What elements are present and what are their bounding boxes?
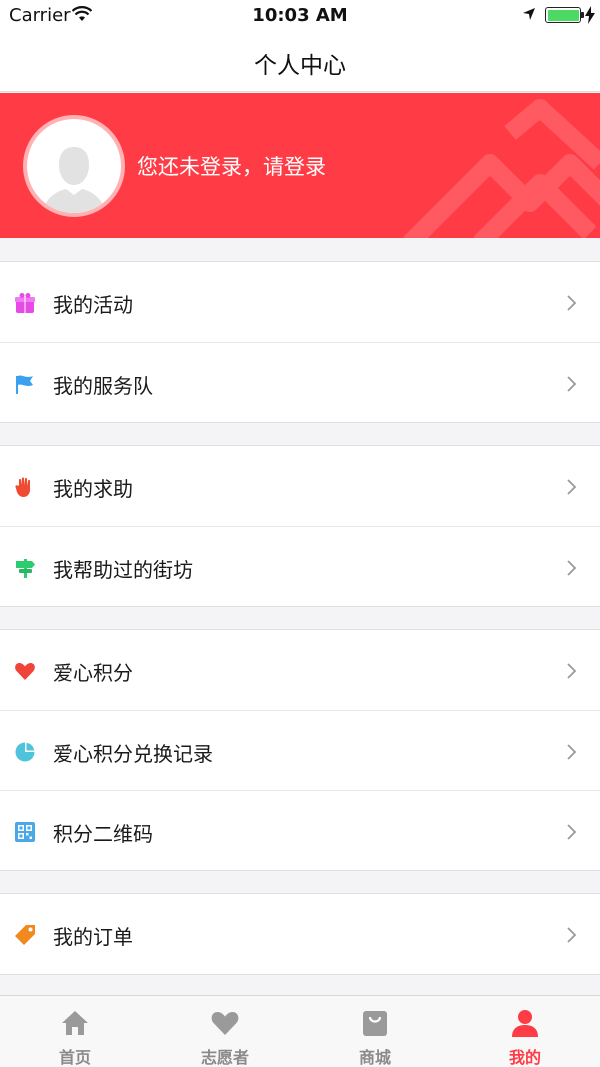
- tab-bar: 首页 志愿者 商城 我的: [0, 995, 600, 1067]
- tab-home[interactable]: 首页: [0, 996, 150, 1067]
- signpost-icon: [16, 559, 35, 578]
- flag-icon: [16, 375, 33, 394]
- person-icon: [512, 1010, 538, 1037]
- gift-icon: [15, 293, 35, 313]
- battery-icon: [545, 7, 581, 23]
- tab-label: 我的: [508, 1048, 541, 1067]
- shopping-bag-icon: [363, 1011, 387, 1036]
- menu-label: 爱心积分: [53, 661, 133, 685]
- menu-item-my-orders[interactable]: 我的订单: [0, 894, 600, 974]
- menu-label: 爱心积分兑换记录: [53, 742, 213, 766]
- hand-icon: [15, 477, 30, 497]
- menu-group-points: 爱心积分 爱心积分兑换记录 积分二维码: [0, 629, 600, 871]
- heart-icon: [15, 663, 35, 680]
- heart-icon: [211, 1012, 239, 1035]
- menu-group-help: 我的求助 我帮助过的街坊: [0, 445, 600, 607]
- menu-group-activities: 我的活动 我的服务队: [0, 261, 600, 423]
- tab-label: 志愿者: [200, 1048, 249, 1067]
- header-decoration: [403, 99, 600, 238]
- chevron-right-icon: [567, 376, 577, 392]
- menu-label: 我的活动: [53, 293, 133, 317]
- charging-bolt-icon: [585, 6, 595, 24]
- menu-label: 我的求助: [53, 477, 133, 501]
- menu-group-orders: 我的订单: [0, 893, 600, 975]
- tab-label: 首页: [58, 1048, 91, 1067]
- profile-header[interactable]: 您还未登录，请登录: [0, 93, 600, 238]
- status-bar: Carrier 10:03 AM: [0, 0, 600, 32]
- menu-item-points-exchange-history[interactable]: 爱心积分兑换记录: [0, 710, 600, 790]
- chevron-right-icon: [567, 295, 577, 311]
- page-title: 个人中心: [254, 53, 346, 79]
- chevron-right-icon: [567, 927, 577, 943]
- login-prompt[interactable]: 您还未登录，请登录: [137, 151, 326, 181]
- status-time: 10:03 AM: [252, 5, 348, 26]
- menu-item-points-qr-code[interactable]: 积分二维码: [0, 790, 600, 870]
- qr-code-icon: [15, 822, 35, 842]
- tag-icon: [15, 925, 35, 945]
- home-icon: [62, 1011, 88, 1035]
- menu-item-love-points[interactable]: 爱心积分: [0, 630, 600, 710]
- menu-item-my-help-requests[interactable]: 我的求助: [0, 446, 600, 526]
- menu-label: 我帮助过的街坊: [53, 558, 193, 582]
- tab-mine[interactable]: 我的: [450, 996, 600, 1067]
- chevron-right-icon: [567, 744, 577, 760]
- menu-label: 我的订单: [53, 925, 133, 949]
- menu-item-my-service-team[interactable]: 我的服务队: [0, 342, 600, 422]
- menu-item-my-activities[interactable]: 我的活动: [0, 262, 600, 342]
- chevron-right-icon: [567, 824, 577, 840]
- tab-mall[interactable]: 商城: [300, 996, 450, 1067]
- menu-label: 我的服务队: [53, 374, 153, 398]
- battery-tip: [581, 12, 584, 18]
- chevron-right-icon: [567, 560, 577, 576]
- chevron-right-icon: [567, 663, 577, 679]
- avatar[interactable]: [23, 115, 125, 217]
- navigation-bar: 个人中心: [0, 32, 600, 92]
- pie-chart-icon: [15, 742, 35, 762]
- tab-label: 商城: [358, 1048, 391, 1067]
- menu-label: 积分二维码: [53, 822, 153, 846]
- menu-item-neighbors-helped[interactable]: 我帮助过的街坊: [0, 526, 600, 606]
- tab-volunteer[interactable]: 志愿者: [150, 996, 300, 1067]
- location-arrow-icon: [523, 8, 535, 20]
- chevron-right-icon: [567, 479, 577, 495]
- default-avatar-icon: [42, 147, 106, 213]
